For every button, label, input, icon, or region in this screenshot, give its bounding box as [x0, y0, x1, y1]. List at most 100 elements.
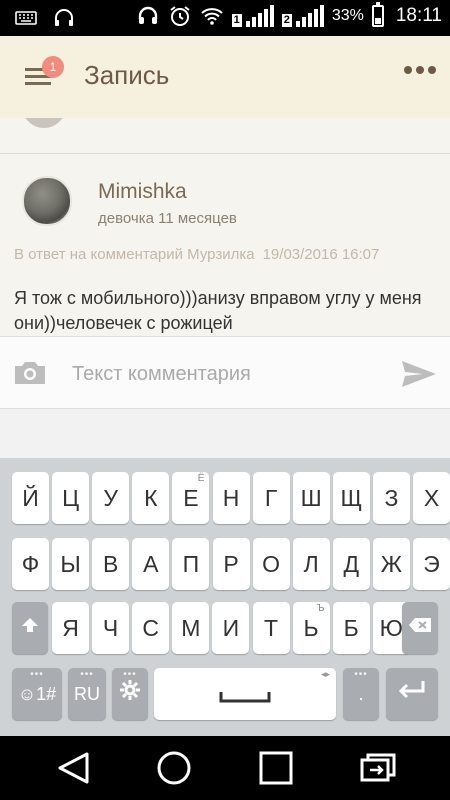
key-label: П — [182, 551, 200, 577]
period-key-label: . — [358, 684, 364, 704]
avatar[interactable] — [22, 176, 72, 226]
space-key[interactable]: ◂▸ — [154, 668, 336, 720]
backspace-key[interactable] — [402, 602, 438, 654]
more-options-button[interactable] — [404, 66, 436, 74]
key-Ч[interactable]: Ч — [92, 602, 130, 654]
recents-button[interactable] — [256, 750, 296, 786]
key-label: А — [143, 551, 159, 577]
comment-username[interactable]: Mimishka — [98, 180, 187, 204]
navigation-bar — [0, 736, 450, 800]
keyboard: Й Ц У К Е Ё Н Г Ш Щ З Х Ф Ы В А П Р О Л Д Ж Э Я Ч С М И Т Ь Ъ Б Ю ••• ☺1# •… — [0, 458, 450, 736]
key-И[interactable]: И — [212, 602, 250, 654]
key-А[interactable]: А — [132, 538, 170, 590]
key-М[interactable]: М — [172, 602, 210, 654]
space-icon — [219, 690, 271, 709]
settings-key[interactable]: ••• — [112, 668, 148, 720]
comment-input-bar — [0, 336, 450, 409]
sim1-label: 1 — [231, 14, 242, 27]
clock: 18:11 — [395, 5, 442, 26]
camera-icon — [15, 362, 45, 384]
home-button[interactable] — [154, 750, 194, 786]
key-Х[interactable]: Х — [413, 472, 450, 524]
key-З[interactable]: З — [372, 472, 410, 524]
key-more-indicator: ••• — [354, 669, 368, 680]
key-Й[interactable]: Й — [12, 472, 49, 524]
key-more-indicator: ••• — [30, 669, 44, 680]
key-label: У — [103, 485, 118, 511]
enter-key[interactable] — [386, 668, 438, 720]
key-Щ[interactable]: Щ — [332, 472, 370, 524]
key-label: Ь — [303, 615, 319, 641]
key-Ц[interactable]: Ц — [52, 472, 90, 524]
key-label: Т — [263, 615, 279, 641]
recents-icon — [259, 751, 293, 785]
key-В[interactable]: В — [92, 538, 130, 590]
menu-button[interactable]: 1 — [20, 56, 64, 92]
key-Т[interactable]: Т — [252, 602, 290, 654]
key-О[interactable]: О — [252, 538, 290, 590]
battery-icon — [371, 2, 384, 27]
key-label: Л — [303, 551, 319, 577]
key-Г[interactable]: Г — [252, 472, 290, 524]
key-Э[interactable]: Э — [413, 538, 450, 590]
reply-meta: В ответ на комментарий Мурзилка 19/03/201… — [14, 246, 387, 263]
backspace-icon — [407, 603, 433, 655]
key-label: Ю — [379, 615, 403, 641]
key-Ы[interactable]: Ы — [52, 538, 90, 590]
key-Е[interactable]: ЕЁ — [172, 472, 210, 524]
key-Б[interactable]: Б — [332, 602, 370, 654]
key-Я[interactable]: Я — [52, 602, 89, 654]
divider — [0, 153, 450, 154]
app-bar: 1 Запись — [0, 36, 450, 118]
key-label: И — [222, 615, 240, 641]
key-Ф[interactable]: Ф — [12, 538, 49, 590]
key-П[interactable]: П — [172, 538, 210, 590]
key-label: Э — [423, 551, 440, 577]
key-Д[interactable]: Д — [332, 538, 370, 590]
key-more-indicator: ••• — [123, 669, 137, 680]
emoji-key[interactable]: ••• ☺1# — [12, 668, 62, 720]
key-label: Ы — [60, 551, 81, 577]
alarm-icon — [169, 6, 190, 26]
comment-date: 19/03/2016 16:07 — [262, 246, 380, 263]
comment-text: Я тож с мобильного)))анизу вправом углу … — [14, 288, 422, 333]
key-label: С — [142, 615, 159, 641]
previous-comment-avatar[interactable] — [22, 118, 66, 128]
comments-list[interactable]: Mimishka девочка 11 месяцев В ответ на к… — [0, 118, 450, 336]
key-Ш[interactable]: Ш — [292, 472, 330, 524]
key-label: О — [262, 551, 281, 577]
key-Н[interactable]: Н — [212, 472, 250, 524]
back-button[interactable] — [54, 750, 94, 786]
battery-percent: 33% — [331, 7, 364, 24]
signal-sim1-icon: 1 — [231, 5, 274, 27]
emoji-key-label: ☺1# — [17, 684, 57, 704]
reply-to-link[interactable]: В ответ на комментарий Мурзилка — [14, 246, 255, 263]
switch-app-button[interactable] — [356, 750, 396, 786]
keyboard-icon — [15, 11, 37, 25]
comment-input[interactable] — [70, 351, 384, 397]
period-key[interactable]: •••. — [343, 668, 379, 720]
key-label: Ш — [300, 485, 322, 511]
enter-icon — [397, 669, 427, 721]
key-hint: Ъ — [316, 603, 325, 614]
home-icon — [157, 751, 191, 785]
key-label: К — [144, 485, 158, 511]
key-Ь[interactable]: ЬЪ — [292, 602, 330, 654]
key-Л[interactable]: Л — [292, 538, 330, 590]
key-hint: Ё — [197, 473, 205, 484]
back-icon — [58, 752, 89, 784]
key-Ж[interactable]: Ж — [372, 538, 410, 590]
status-bar: 1 2 33% 18:11 — [0, 0, 450, 36]
key-У[interactable]: У — [92, 472, 130, 524]
send-icon — [402, 361, 436, 387]
camera-button[interactable] — [12, 359, 48, 387]
sim2-label: 2 — [281, 14, 292, 27]
key-Р[interactable]: Р — [212, 538, 250, 590]
send-button[interactable] — [400, 359, 438, 389]
shift-key[interactable] — [12, 602, 48, 654]
key-К[interactable]: К — [132, 472, 170, 524]
language-key[interactable]: ••• RU — [68, 668, 106, 720]
key-label: Щ — [340, 485, 363, 511]
key-С[interactable]: С — [132, 602, 170, 654]
key-label: Ф — [21, 551, 40, 577]
